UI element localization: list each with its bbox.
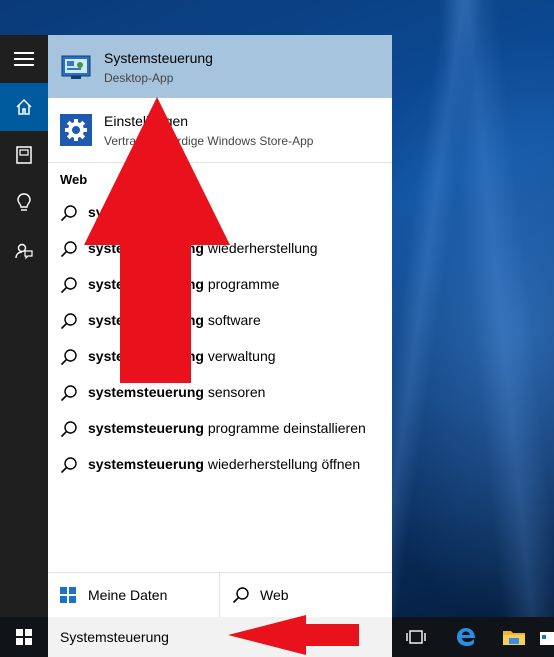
result-systemsteuerung[interactable]: Systemsteuerung Desktop-App: [48, 35, 392, 98]
search-icon: [60, 277, 77, 294]
result-title: Systemsteuerung: [104, 50, 213, 66]
edge-icon: [457, 628, 475, 646]
divider: [48, 162, 392, 163]
suggestion-rest: programme: [203, 276, 280, 292]
suggestion-text: systemsteuerung wiederherstellung: [88, 240, 318, 256]
suggestion-item[interactable]: systemsteuerung software: [48, 302, 392, 338]
search-icon: [60, 457, 77, 474]
hamburger-menu-button[interactable]: [0, 35, 48, 83]
task-view-icon: [406, 630, 426, 644]
suggestion-text: systemsteuerung verwaltung: [88, 348, 276, 364]
search-icon: [60, 385, 77, 402]
lightbulb-icon: [17, 193, 31, 211]
control-panel-icon: [61, 55, 91, 79]
feedback-button[interactable]: [0, 227, 48, 275]
search-icon: [60, 421, 77, 438]
suggestion-bold: systemsteuerung: [88, 384, 204, 400]
suggestion-bold: systemsteuerung: [88, 240, 204, 256]
suggestion-item[interactable]: systemsteuerung sensoren: [48, 374, 392, 410]
search-input[interactable]: [60, 627, 380, 647]
suggestion-text: systemsteuerung programme: [88, 276, 279, 292]
task-view-button[interactable]: [392, 617, 440, 657]
suggestion-rest: wiederherstellung: [203, 240, 318, 256]
suggestion-text: systemsteuerung programme deinstallieren: [88, 420, 366, 436]
suggestion-item[interactable]: systemsteuerung wiederherstellung öffnen: [48, 446, 392, 482]
search-icon: [232, 587, 249, 604]
suggestion-item[interactable]: systemsteuerung wiederherstellung: [48, 230, 392, 266]
suggestion-text: systemsteuerung: [88, 204, 204, 220]
suggestion-bold: systemsteuerung: [88, 204, 204, 220]
search-box[interactable]: [48, 617, 392, 657]
store-button[interactable]: [538, 617, 554, 657]
tips-button[interactable]: [0, 179, 48, 227]
hamburger-icon: [14, 52, 34, 66]
search-icon: [60, 205, 77, 222]
suggestion-bold: systemsteuerung: [88, 276, 204, 292]
folder-icon: [503, 631, 525, 645]
suggestion-rest: verwaltung: [203, 348, 276, 364]
suggestion-rest: wiederherstellung öffnen: [203, 456, 361, 472]
suggestion-text: systemsteuerung software: [88, 312, 261, 328]
web-label: Web: [260, 587, 289, 603]
suggestion-rest: sensoren: [203, 384, 266, 400]
result-subtitle: Vertrauenswürdige Windows Store-App: [104, 134, 314, 148]
feedback-icon: [15, 243, 33, 260]
store-icon: [540, 632, 554, 645]
web-search-button[interactable]: Web: [220, 573, 392, 617]
edge-button[interactable]: [442, 617, 490, 657]
search-icon: [60, 313, 77, 330]
windows-logo-icon: [60, 587, 76, 603]
suggestion-text: systemsteuerung sensoren: [88, 384, 265, 400]
my-data-label: Meine Daten: [88, 587, 168, 603]
suggestion-rest: programme deinstallieren: [203, 420, 366, 436]
home-icon: [16, 98, 32, 115]
suggestion-text: systemsteuerung wiederherstellung öffnen: [88, 456, 360, 472]
suggestion-bold: systemsteuerung: [88, 312, 204, 328]
result-title: Einstellungen: [104, 113, 189, 129]
suggestion-bold: systemsteuerung: [88, 348, 204, 364]
web-section-heading: Web: [60, 172, 88, 187]
result-subtitle: Desktop-App: [104, 71, 174, 85]
suggestion-rest: software: [203, 312, 261, 328]
windows-logo-icon: [16, 629, 32, 645]
suggestion-item[interactable]: systemsteuerung programme deinstallieren: [48, 410, 392, 446]
my-data-button[interactable]: Meine Daten: [48, 573, 219, 617]
suggestion-item[interactable]: systemsteuerung: [48, 194, 392, 230]
suggestion-bold: systemsteuerung: [88, 420, 204, 436]
suggestion-bold: systemsteuerung: [88, 456, 204, 472]
home-button[interactable]: [0, 83, 48, 131]
suggestion-item[interactable]: systemsteuerung programme: [48, 266, 392, 302]
search-results-panel: Systemsteuerung Desktop-App Einstellunge…: [48, 35, 392, 617]
start-rail: [0, 35, 48, 617]
search-icon: [60, 349, 77, 366]
result-einstellungen[interactable]: Einstellungen Vertrauenswürdige Windows …: [48, 98, 392, 161]
start-button[interactable]: [0, 617, 48, 657]
file-explorer-button[interactable]: [490, 617, 538, 657]
notebook-icon: [16, 146, 32, 164]
suggestion-item[interactable]: systemsteuerung verwaltung: [48, 338, 392, 374]
notebook-button[interactable]: [0, 131, 48, 179]
light-beam: [437, 0, 554, 617]
search-icon: [60, 241, 77, 258]
gear-icon: [60, 114, 92, 146]
